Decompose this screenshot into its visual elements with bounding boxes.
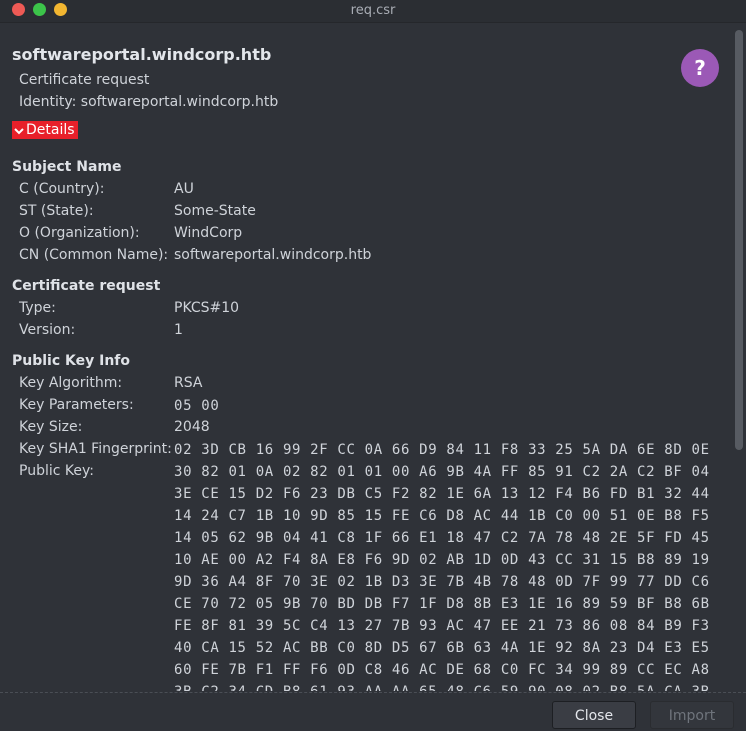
close-button[interactable]: Close [552,701,636,729]
certificate-type-text: Certificate request [19,72,150,88]
field-value: 1 [174,322,183,338]
certificate-viewer: softwareportal.windcorp.htb Certificate … [0,23,733,691]
public-key-label: Public Key: [19,463,94,479]
field-label: Key Algorithm: [19,375,123,391]
public-key-hex-line: 30 82 01 0A 02 82 01 01 00 A6 9B 4A FF 8… [174,464,710,480]
scrollbar-thumb[interactable] [735,30,743,450]
public-key-hex-line: 3B C2 34 CD B8 61 93 AA AA 65 48 C6 59 9… [174,684,710,691]
field-label: C (Country): [19,181,105,197]
question-mark-icon: ? [694,56,706,80]
details-label: Details [26,122,75,138]
field-label: ST (State): [19,203,94,219]
field-label: O (Organization): [19,225,140,241]
field-value: 05 00 [174,398,220,414]
public-key-hex-line: 60 FE 7B F1 FF F6 0D C8 46 AC DE 68 C0 F… [174,662,710,678]
public-key-hex-line: 3E CE 15 D2 F6 23 DB C5 F2 82 1E 6A 13 1… [174,486,710,502]
field-value: RSA [174,375,203,391]
identity-text: Identity: softwareportal.windcorp.htb [19,94,279,110]
public-key-hex-line: 14 05 62 9B 04 41 C8 1F 66 E1 18 47 C2 7… [174,530,710,546]
chevron-down-icon [14,121,26,139]
import-button[interactable]: Import [650,701,734,729]
certificate-request-heading: Certificate request [12,278,161,294]
field-label: Key Parameters: [19,397,134,413]
public-key-hex-line: 10 AE 00 A2 F4 8A E8 F6 9D 02 AB 1D 0D 4… [174,552,710,568]
window-title: req.csr [350,3,396,18]
sha1-fingerprint-value: 02 3D CB 16 99 2F CC 0A 66 D9 84 11 F8 3… [174,442,710,458]
public-key-hex-line: 14 24 C7 1B 10 9D 85 15 FE C6 D8 AC 44 1… [174,508,710,524]
field-value: AU [174,181,194,197]
public-key-hex-line: 40 CA 15 52 AC BB C0 8D D5 67 6B 63 4A 1… [174,640,710,656]
field-label: Key SHA1 Fingerprint: [19,441,172,457]
field-label: Type: [19,300,56,316]
field-value: Some-State [174,203,256,219]
help-button[interactable]: ? [681,49,719,87]
subject-name-heading: Subject Name [12,159,122,175]
field-value: softwareportal.windcorp.htb [174,247,372,263]
field-value: WindCorp [174,225,243,241]
public-key-hex-line: CE 70 72 05 9B 70 BD DB F7 1F D8 8B E3 1… [174,596,710,612]
dialog-footer: Close Import [0,692,746,731]
details-toggle[interactable]: Details [12,121,78,139]
certificate-domain: softwareportal.windcorp.htb [12,45,272,64]
field-value: PKCS#10 [174,300,240,316]
public-key-hex-line: FE 8F 81 39 5C C4 13 27 7B 93 AC 47 EE 2… [174,618,710,634]
field-label: CN (Common Name): [19,247,169,263]
field-label: Key Size: [19,419,83,435]
public-key-hex-line: 9D 36 A4 8F 70 3E 02 1B D3 3E 7B 4B 78 4… [174,574,710,590]
public-key-info-heading: Public Key Info [12,353,131,369]
field-label: Version: [19,322,76,338]
field-value: 2048 [174,419,210,435]
title-bar: req.csr [0,0,746,23]
